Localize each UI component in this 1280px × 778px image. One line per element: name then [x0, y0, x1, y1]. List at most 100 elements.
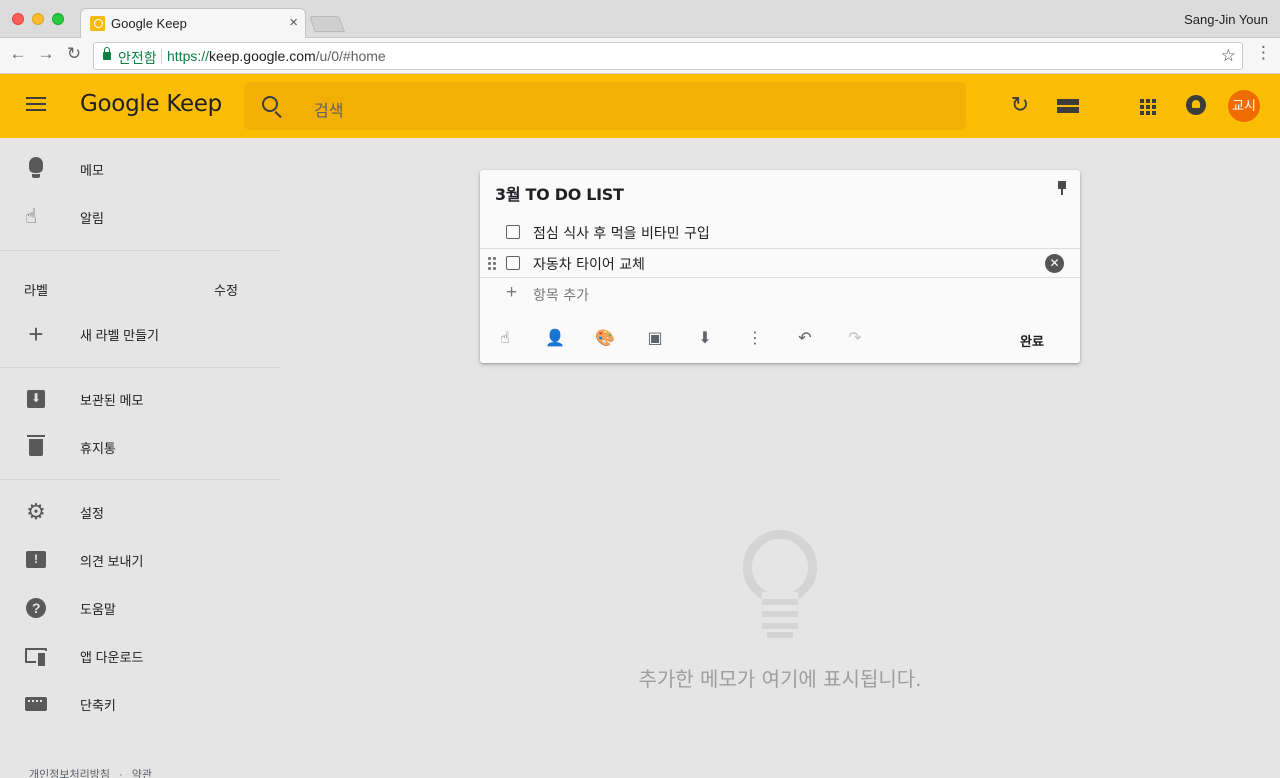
sidebar-item-trash[interactable]: 휴지통 [0, 425, 280, 469]
list-view-icon[interactable] [1057, 99, 1079, 115]
url-separator [161, 49, 162, 64]
new-tab-button[interactable] [309, 16, 345, 32]
trash-icon [27, 435, 45, 456]
note-title[interactable]: 3월 TO DO LIST [495, 181, 624, 205]
collaborator-icon[interactable]: 👤 [544, 328, 566, 350]
bookmark-star-icon[interactable]: ☆ [1221, 46, 1236, 66]
add-item-icon: + [506, 282, 518, 303]
sidebar-divider [0, 479, 280, 480]
browser-profile-name[interactable]: Sang-Jin Youn [1184, 12, 1268, 27]
search-box[interactable]: 검색 [244, 82, 966, 130]
sidebar-item-notes[interactable]: 메모 [0, 147, 280, 191]
address-bar[interactable]: 안전함 https://keep.google.com/u/0/#home ☆ [93, 42, 1243, 70]
browser-toolbar: ← → ↻ 안전함 https://keep.google.com/u/0/#h… [0, 38, 1280, 74]
refresh-icon[interactable]: ↻ [1009, 94, 1031, 116]
browser-titlebar: Google Keep × Sang-Jin Youn [0, 0, 1280, 38]
undo-icon[interactable]: ↶ [794, 328, 816, 350]
url-path: /u/0/#home [315, 48, 386, 64]
reminder-hand-icon: ☝ [25, 206, 38, 228]
notifications-bell-icon[interactable] [1186, 95, 1206, 115]
browser-menu-icon[interactable]: ⋮ [1255, 43, 1272, 63]
sidebar-item-label: 알림 [80, 211, 104, 226]
sidebar-divider [0, 250, 280, 251]
palette-icon[interactable]: 🎨 [594, 328, 616, 350]
lock-icon [103, 47, 111, 60]
sidebar-item-shortcuts[interactable]: 단축키 [0, 682, 280, 726]
sidebar-item-label: 설정 [80, 506, 104, 521]
sidebar-item-label: 새 라벨 만들기 [80, 328, 159, 343]
sidebar-item-new-label[interactable]: + 새 라벨 만들기 [0, 312, 280, 356]
sidebar-item-reminders[interactable]: ☝ 알림 [0, 195, 280, 239]
maximize-window-button[interactable] [52, 13, 64, 25]
help-icon [26, 598, 46, 618]
reminder-icon[interactable]: ☝ [494, 328, 516, 350]
forward-icon[interactable]: → [35, 44, 57, 64]
sidebar-item-label: 앱 다운로드 [80, 650, 144, 665]
more-icon[interactable]: ⋮ [744, 328, 766, 350]
empty-state-message: 추가한 메모가 여기에 표시됩니다. [638, 667, 922, 691]
app-logo[interactable]: Google Keep [80, 91, 222, 117]
sidebar-item-feedback[interactable]: 의견 보내기 [0, 538, 280, 582]
lightbulb-icon [29, 157, 43, 178]
back-icon[interactable]: ← [7, 44, 29, 64]
checklist-item[interactable]: 점심 식사 후 먹을 비타민 구입 [480, 217, 1080, 247]
apps-grid-icon[interactable] [1140, 99, 1156, 115]
sidebar-divider [0, 367, 280, 368]
gear-icon: ⚙ [26, 499, 46, 524]
devices-icon [25, 648, 47, 668]
sidebar-item-label: 단축키 [80, 698, 116, 713]
checklist-checkbox[interactable] [506, 225, 520, 239]
remove-item-icon[interactable]: ✕ [1045, 254, 1064, 273]
note-card[interactable]: 3월 TO DO LIST 점심 식사 후 먹을 비타민 구입 자동차 타이어 … [480, 170, 1080, 363]
terms-link[interactable]: 약관 [132, 769, 152, 778]
sidebar-item-help[interactable]: 도움말 [0, 586, 280, 630]
keep-header: Google Keep 검색 ↻ 교시 [0, 74, 1280, 138]
footer-separator: · [119, 769, 123, 778]
url-scheme: https:// [167, 48, 210, 64]
url-host: keep.google.com [209, 48, 316, 64]
close-window-button[interactable] [12, 13, 24, 25]
sidebar-item-label: 보관된 메모 [80, 393, 144, 408]
checklist-item[interactable]: 자동차 타이어 교체 ✕ [480, 248, 1080, 278]
search-input[interactable]: 검색 [314, 97, 343, 121]
keyboard-icon [25, 697, 47, 711]
privacy-link[interactable]: 개인정보처리방침 [29, 769, 110, 778]
drag-handle-icon[interactable] [487, 256, 497, 270]
minimize-window-button[interactable] [32, 13, 44, 25]
archive-icon [27, 390, 45, 408]
sidebar-item-label: 메모 [80, 163, 104, 178]
sidebar-footer: 개인정보처리방침 · 약관 [29, 766, 152, 778]
main-menu-icon[interactable] [26, 97, 46, 115]
sidebar-item-label: 의견 보내기 [80, 554, 144, 569]
search-icon[interactable] [262, 96, 278, 112]
image-icon[interactable]: ▣ [644, 328, 666, 350]
checklist-item-text[interactable]: 자동차 타이어 교체 [533, 254, 645, 274]
archive-icon[interactable]: ⬇ [694, 328, 716, 350]
account-avatar[interactable]: 교시 [1228, 90, 1260, 122]
reload-icon[interactable]: ↻ [63, 44, 85, 64]
secure-label: 안전함 [118, 50, 157, 66]
sidebar-item-archive[interactable]: 보관된 메모 [0, 377, 280, 421]
checklist-checkbox[interactable] [506, 256, 520, 270]
url-text: https://keep.google.com/u/0/#home [167, 48, 386, 64]
sidebar-item-settings[interactable]: ⚙ 설정 [0, 490, 280, 534]
plus-icon: + [28, 319, 44, 349]
sidebar-item-label: 도움말 [80, 602, 116, 617]
add-item-row[interactable]: + 항목 추가 [480, 279, 1080, 309]
feedback-icon [26, 551, 46, 568]
empty-lightbulb-icon [743, 530, 817, 638]
done-button[interactable]: 완료 [1020, 331, 1044, 350]
sidebar-item-label: 휴지통 [80, 441, 116, 456]
labels-section-title: 라벨 [24, 283, 48, 298]
tab-title: Google Keep [111, 16, 187, 31]
sidebar: 메모 ☝ 알림 라벨 수정 + 새 라벨 만들기 보관된 메모 휴지통 ⚙ 설정… [0, 138, 280, 778]
add-item-input[interactable]: 항목 추가 [533, 285, 589, 305]
browser-tab[interactable]: Google Keep × [80, 8, 306, 38]
edit-labels-button[interactable]: 수정 [214, 280, 238, 299]
redo-icon[interactable]: ↷ [844, 328, 866, 350]
sidebar-item-app-download[interactable]: 앱 다운로드 [0, 634, 280, 678]
pin-icon[interactable] [1057, 181, 1067, 195]
note-toolbar: ☝ 👤 🎨 ▣ ⬇ ⋮ ↶ ↷ 완료 [480, 324, 1080, 354]
tab-close-icon[interactable]: × [289, 14, 298, 31]
checklist-item-text[interactable]: 점심 식사 후 먹을 비타민 구입 [533, 223, 710, 243]
